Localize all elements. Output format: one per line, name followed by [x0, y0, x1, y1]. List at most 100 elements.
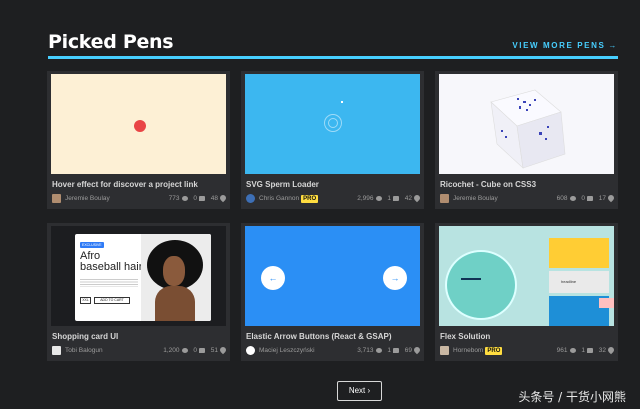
pen-stats: 773 0 48 [165, 193, 228, 203]
pen-author[interactable]: Maciej Leszczyński [259, 347, 315, 354]
comments-count: 1 [387, 347, 391, 354]
pen-card[interactable]: Hover effect for discover a project link… [47, 71, 230, 209]
pink-block-graphic [599, 298, 614, 308]
comments-count: 0 [193, 347, 197, 354]
eye-icon [181, 348, 188, 353]
pen-card[interactable]: EXCLUSIVE Afro baseball hair XXL ADD TO … [47, 223, 230, 361]
pen-card[interactable]: ← → Elastic Arrow Buttons (React & GSAP)… [241, 223, 424, 361]
views-count: 3,713 [357, 347, 374, 354]
heart-icon[interactable] [412, 193, 422, 203]
pro-badge: PRO [485, 347, 503, 355]
pen-meta: Hornebom PRO 961 1 32 [440, 345, 616, 357]
eye-icon [375, 196, 382, 201]
comments-count: 0 [193, 195, 197, 202]
product-card-preview: EXCLUSIVE Afro baseball hair XXL ADD TO … [75, 234, 211, 321]
pen-meta: Chris Gannon PRO 2,996 1 42 [246, 193, 422, 205]
headline-block: headline [549, 271, 609, 293]
likes-count: 42 [404, 195, 412, 202]
smile-eyes-graphic [461, 276, 481, 280]
heart-icon[interactable] [606, 345, 616, 355]
eye-icon [375, 348, 382, 353]
pen-preview[interactable]: headline [439, 226, 614, 326]
chevron-right-icon[interactable]: › [368, 386, 371, 395]
pen-meta: Jeremie Boulay 773 0 48 [52, 193, 228, 205]
arrow-right-icon: → [383, 266, 407, 290]
comment-icon[interactable] [198, 196, 205, 201]
header-divider [48, 56, 618, 59]
heart-icon[interactable] [218, 193, 228, 203]
page-title: Picked Pens [48, 31, 174, 53]
pen-preview[interactable] [439, 74, 614, 174]
pen-stats: 608 0 17 [553, 193, 616, 203]
pen-title[interactable]: Shopping card UI [52, 332, 227, 341]
pen-stats: 961 1 32 [553, 345, 616, 355]
pen-author-name[interactable]: Chris Gannon [259, 195, 299, 202]
pen-card[interactable]: SVG Sperm Loader Chris Gannon PRO 2,996 1… [241, 71, 424, 209]
red-dot-graphic [134, 120, 146, 132]
pen-author: Chris Gannon PRO [259, 195, 319, 203]
comment-icon[interactable] [392, 196, 399, 201]
pen-card[interactable]: Ricochet - Cube on CSS3 Jeremie Boulay 6… [435, 71, 618, 209]
pen-title[interactable]: Hover effect for discover a project link [52, 180, 227, 189]
face-graphic [163, 256, 185, 286]
likes-count: 17 [598, 195, 606, 202]
avatar[interactable] [440, 346, 449, 355]
views-count: 1,200 [163, 347, 180, 354]
views-count: 961 [556, 347, 568, 354]
section-header: Picked Pens VIEW MORE PENS → [48, 31, 618, 59]
pen-preview[interactable] [245, 74, 420, 174]
product-heading-line: baseball hair [80, 261, 143, 273]
eye-icon [181, 196, 188, 201]
avatar[interactable] [246, 346, 255, 355]
comment-icon[interactable] [586, 196, 593, 201]
comment-icon[interactable] [198, 348, 205, 353]
likes-count: 51 [210, 347, 218, 354]
comments-count: 0 [581, 195, 585, 202]
avatar[interactable] [52, 346, 61, 355]
pen-title[interactable]: Ricochet - Cube on CSS3 [440, 180, 615, 189]
view-more-pens-link[interactable]: VIEW MORE PENS → [512, 41, 618, 50]
avatar[interactable] [440, 194, 449, 203]
pen-author: Hornebom PRO [453, 347, 503, 355]
views-count: 608 [556, 195, 568, 202]
comment-icon[interactable] [586, 348, 593, 353]
watermark: 头条号 / 干货小网熊 [518, 390, 626, 404]
next-label[interactable]: Next [349, 386, 365, 395]
pen-title[interactable]: Flex Solution [440, 332, 615, 341]
heart-icon[interactable] [218, 345, 228, 355]
pen-author[interactable]: Jeremie Boulay [65, 195, 110, 202]
pen-stats: 3,713 1 69 [353, 345, 422, 355]
pen-title[interactable]: Elastic Arrow Buttons (React & GSAP) [246, 332, 421, 341]
next-page-button[interactable]: Next › [337, 381, 382, 401]
pen-meta: Jeremie Boulay 608 0 17 [440, 193, 616, 205]
avatar[interactable] [52, 194, 61, 203]
pen-preview[interactable]: EXCLUSIVE Afro baseball hair XXL ADD TO … [51, 226, 226, 326]
pen-preview[interactable] [51, 74, 226, 174]
cube-graphic [490, 89, 566, 169]
add-to-cart-button: ADD TO CART [94, 297, 130, 304]
eye-icon [569, 348, 576, 353]
pen-title[interactable]: SVG Sperm Loader [246, 180, 421, 189]
arrow-right-icon[interactable]: → [608, 41, 618, 50]
pen-author[interactable]: Tobi Balogun [65, 347, 103, 354]
smiley-graphic [445, 250, 517, 320]
pen-author-name[interactable]: Hornebom [453, 347, 483, 354]
comment-icon[interactable] [392, 348, 399, 353]
avatar[interactable] [246, 194, 255, 203]
view-more-label[interactable]: VIEW MORE PENS [512, 41, 605, 50]
shoulders-graphic [155, 286, 195, 321]
heart-icon[interactable] [606, 193, 616, 203]
model-photo [141, 234, 211, 321]
heart-icon[interactable] [412, 345, 422, 355]
pen-preview[interactable]: ← → [245, 226, 420, 326]
pen-author[interactable]: Jeremie Boulay [453, 195, 498, 202]
comments-count: 1 [581, 347, 585, 354]
yellow-block-graphic [549, 238, 609, 268]
views-count: 773 [168, 195, 180, 202]
pen-meta: Maciej Leszczyński 3,713 1 69 [246, 345, 422, 357]
loader-ring-graphic [328, 118, 338, 128]
sperm-graphic [341, 101, 343, 103]
comments-count: 1 [387, 195, 391, 202]
pro-badge: PRO [301, 195, 319, 203]
pen-card[interactable]: headline Flex Solution Hornebom PRO 961 1… [435, 223, 618, 361]
